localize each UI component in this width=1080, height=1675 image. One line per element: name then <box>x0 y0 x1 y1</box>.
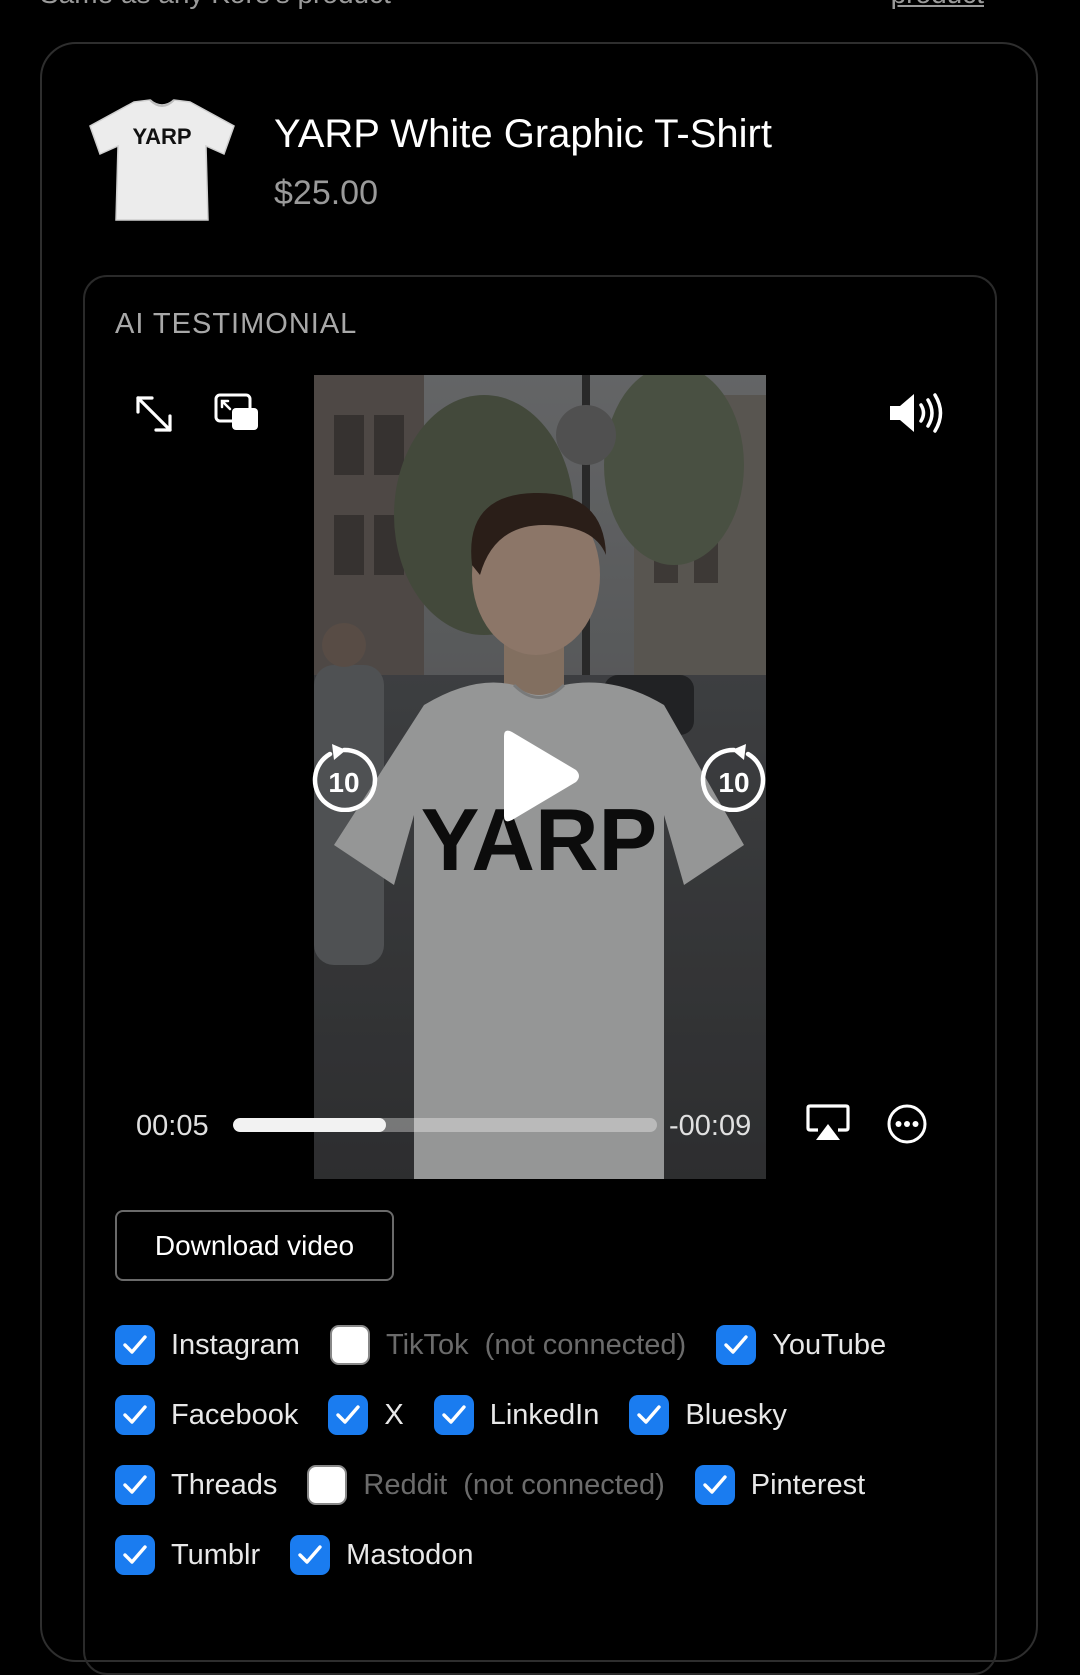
platform-option-tiktok[interactable]: TikTok (not connected) <box>329 1325 687 1365</box>
progress-fill <box>233 1118 386 1132</box>
platform-label: Tumblr <box>171 1538 261 1571</box>
platform-label: Pinterest <box>750 1468 866 1501</box>
thumbnail-print-text: YARP <box>132 124 191 149</box>
platform-option-threads[interactable]: Threads <box>115 1465 277 1505</box>
platform-label: X <box>384 1398 404 1431</box>
more-options-icon[interactable] <box>886 1103 928 1145</box>
platform-label: LinkedIn <box>489 1398 600 1431</box>
elapsed-time: 00:05 <box>136 1110 209 1142</box>
volume-icon[interactable] <box>886 390 946 436</box>
platform-selector: Instagram TikTok (not connected) YouTube Fac… <box>115 1310 995 1590</box>
platform-checkbox-threads[interactable] <box>115 1465 155 1505</box>
platform-option-instagram[interactable]: Instagram <box>115 1325 300 1365</box>
platform-checkbox-reddit[interactable] <box>307 1465 348 1505</box>
partial-top-text: Same as any Kore's product <box>40 0 391 10</box>
platform-label: Mastodon <box>346 1538 474 1571</box>
partial-product-link[interactable]: product <box>891 0 984 10</box>
platform-checkbox-pinterest[interactable] <box>694 1465 735 1505</box>
platform-checkbox-bluesky[interactable] <box>629 1395 670 1435</box>
platform-status: (not connected) <box>463 1468 665 1501</box>
platform-label: YouTube <box>772 1328 887 1361</box>
platform-label: Facebook <box>171 1398 299 1431</box>
platform-option-pinterest[interactable]: Pinterest <box>694 1465 866 1505</box>
section-label: AI TESTIMONIAL <box>115 308 358 340</box>
platform-checkbox-linkedin[interactable] <box>433 1395 474 1435</box>
product-thumbnail: YARP <box>84 96 240 226</box>
platform-label: TikTok <box>385 1328 469 1361</box>
picture-in-picture-icon[interactable] <box>214 392 260 432</box>
platform-checkbox-tumblr[interactable] <box>115 1535 155 1575</box>
platform-label: Reddit <box>363 1468 448 1501</box>
platform-checkbox-x[interactable] <box>328 1395 369 1435</box>
platform-option-linkedin[interactable]: LinkedIn <box>433 1395 600 1435</box>
progress-scrubber[interactable] <box>233 1118 657 1132</box>
platform-label: Bluesky <box>685 1398 787 1431</box>
platform-label: Threads <box>171 1468 278 1501</box>
platform-option-bluesky[interactable]: Bluesky <box>629 1395 787 1435</box>
airplay-icon[interactable] <box>806 1104 850 1142</box>
skip-forward-label: 10 <box>718 767 749 798</box>
skip-back-label: 10 <box>328 767 359 798</box>
skip-forward-10-icon[interactable]: 10 <box>700 740 768 813</box>
platform-checkbox-mastodon[interactable] <box>290 1535 331 1575</box>
platform-status: (not connected) <box>484 1328 687 1361</box>
platform-checkbox-facebook[interactable] <box>115 1395 155 1435</box>
platform-row: Threads Reddit (not connected) Pinterest <box>115 1450 995 1520</box>
play-icon[interactable] <box>496 728 582 824</box>
platform-option-youtube[interactable]: YouTube <box>716 1325 886 1365</box>
platform-option-x[interactable]: X <box>328 1395 404 1435</box>
download-video-button[interactable]: Download video <box>115 1210 394 1281</box>
platform-option-facebook[interactable]: Facebook <box>115 1395 298 1435</box>
product-price: $25.00 <box>274 174 378 212</box>
platform-checkbox-instagram[interactable] <box>115 1325 155 1365</box>
platform-row: Tumblr Mastodon <box>115 1520 995 1590</box>
platform-checkbox-youtube[interactable] <box>716 1325 757 1365</box>
platform-option-reddit[interactable]: Reddit (not connected) <box>307 1465 665 1505</box>
platform-row: Instagram TikTok (not connected) YouTube <box>115 1310 995 1380</box>
platform-row: Facebook X LinkedIn Bluesky <box>115 1380 995 1450</box>
platform-option-mastodon[interactable]: Mastodon <box>290 1535 474 1575</box>
skip-back-10-icon[interactable]: 10 <box>310 740 378 813</box>
platform-label: Instagram <box>171 1328 300 1361</box>
fullscreen-icon[interactable] <box>130 390 178 438</box>
platform-option-tumblr[interactable]: Tumblr <box>115 1535 260 1575</box>
remaining-time: -00:09 <box>669 1110 752 1142</box>
platform-checkbox-tiktok[interactable] <box>329 1325 370 1365</box>
product-title: YARP White Graphic T-Shirt <box>274 112 772 156</box>
